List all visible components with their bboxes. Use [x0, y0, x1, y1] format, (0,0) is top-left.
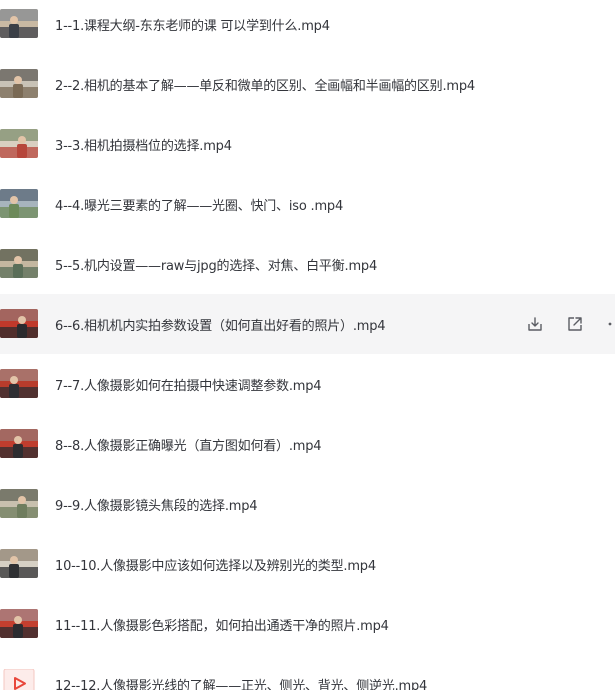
video-thumbnail[interactable]	[0, 129, 38, 158]
file-row[interactable]: 8--8.人像摄影正确曝光（直方图如何看）.mp4	[0, 414, 615, 474]
file-name[interactable]: 10--10.人像摄影中应该如何选择以及辨别光的类型.mp4	[55, 555, 376, 574]
video-thumbnail[interactable]	[0, 429, 38, 458]
file-row[interactable]: 1--1.课程大纲-东东老师的课 可以学到什么.mp4	[0, 0, 615, 54]
row-actions	[525, 294, 615, 354]
video-thumbnail[interactable]	[0, 249, 38, 278]
file-name[interactable]: 7--7.人像摄影如何在拍摄中快速调整参数.mp4	[55, 375, 322, 394]
file-name[interactable]: 3--3.相机拍摄档位的选择.mp4	[55, 135, 232, 154]
file-row[interactable]: 4--4.曝光三要素的了解——光圈、快门、iso .mp4	[0, 174, 615, 234]
file-row[interactable]: 11--11.人像摄影色彩搭配，如何拍出通透干净的照片.mp4	[0, 594, 615, 654]
file-row[interactable]: 6--6.相机机内实拍参数设置（如何直出好看的照片）.mp4	[0, 294, 615, 354]
video-thumbnail[interactable]	[0, 9, 38, 38]
file-name[interactable]: 5--5.机内设置——raw与jpg的选择、对焦、白平衡.mp4	[55, 255, 377, 274]
file-row[interactable]: 5--5.机内设置——raw与jpg的选择、对焦、白平衡.mp4	[0, 234, 615, 294]
file-row[interactable]: 9--9.人像摄影镜头焦段的选择.mp4	[0, 474, 615, 534]
file-list: 1--1.课程大纲-东东老师的课 可以学到什么.mp4 2--2.相机的基本了解…	[0, 0, 615, 690]
file-row[interactable]: 2--2.相机的基本了解——单反和微单的区别、全画幅和半画幅的区别.mp4	[0, 54, 615, 114]
open-external-icon[interactable]	[565, 314, 585, 334]
file-name[interactable]: 4--4.曝光三要素的了解——光圈、快门、iso .mp4	[55, 195, 343, 214]
file-row[interactable]: 7--7.人像摄影如何在拍摄中快速调整参数.mp4	[0, 354, 615, 414]
video-thumbnail[interactable]	[0, 69, 38, 98]
file-name[interactable]: 1--1.课程大纲-东东老师的课 可以学到什么.mp4	[55, 15, 330, 34]
video-thumbnail[interactable]	[0, 309, 38, 338]
video-thumbnail[interactable]	[0, 369, 38, 398]
video-thumbnail[interactable]	[0, 489, 38, 518]
video-file-icon[interactable]	[0, 669, 38, 690]
file-name[interactable]: 9--9.人像摄影镜头焦段的选择.mp4	[55, 495, 258, 514]
download-icon[interactable]	[525, 314, 545, 334]
file-name[interactable]: 8--8.人像摄影正确曝光（直方图如何看）.mp4	[55, 435, 322, 454]
video-thumbnail[interactable]	[0, 549, 38, 578]
video-thumbnail[interactable]	[0, 189, 38, 218]
file-name[interactable]: 11--11.人像摄影色彩搭配，如何拍出通透干净的照片.mp4	[55, 615, 389, 634]
file-name[interactable]: 2--2.相机的基本了解——单反和微单的区别、全画幅和半画幅的区别.mp4	[55, 75, 475, 94]
more-icon[interactable]	[605, 314, 615, 334]
file-name[interactable]: 12--12.人像摄影光线的了解——正光、侧光、背光、侧逆光.mp4	[55, 675, 427, 690]
video-thumbnail[interactable]	[0, 609, 38, 638]
file-row[interactable]: 12--12.人像摄影光线的了解——正光、侧光、背光、侧逆光.mp4	[0, 654, 615, 690]
file-row[interactable]: 10--10.人像摄影中应该如何选择以及辨别光的类型.mp4	[0, 534, 615, 594]
file-name[interactable]: 6--6.相机机内实拍参数设置（如何直出好看的照片）.mp4	[55, 315, 386, 334]
file-row[interactable]: 3--3.相机拍摄档位的选择.mp4	[0, 114, 615, 174]
